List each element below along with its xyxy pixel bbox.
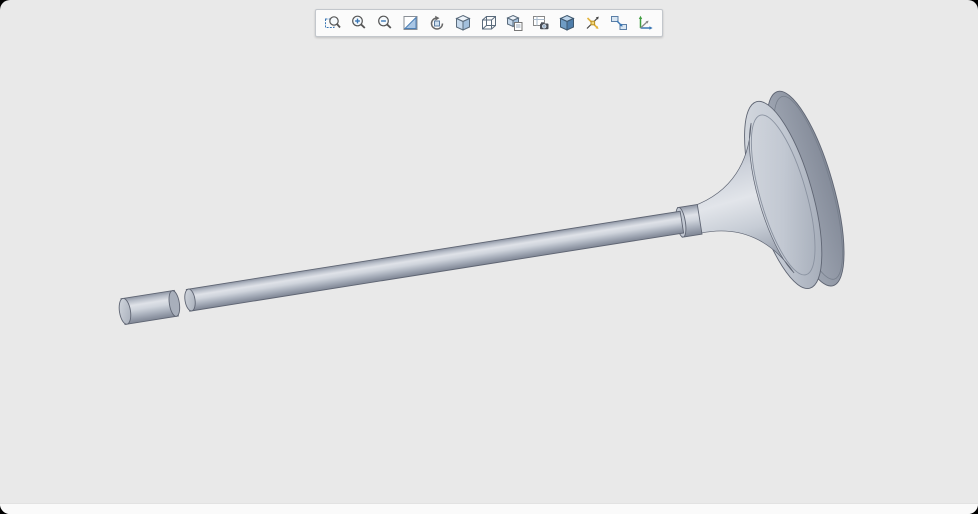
view-toolbar (315, 9, 663, 37)
view-copy-button[interactable] (503, 12, 527, 34)
cube-sheet-icon (506, 14, 524, 32)
rendered-view-button[interactable] (555, 12, 579, 34)
rotate-view-icon (428, 14, 446, 32)
zoom-in-button[interactable] (347, 12, 371, 34)
valve-tip-piece (118, 289, 181, 325)
shaded-cube-icon (454, 14, 472, 32)
snapshot-icon (532, 14, 550, 32)
valve-stem (184, 210, 685, 312)
zoom-out-icon (376, 14, 394, 32)
wireframe-cube-icon (480, 14, 498, 32)
zoom-out-button[interactable] (373, 12, 397, 34)
graphics-viewport[interactable] (0, 0, 978, 514)
valve-head (692, 90, 845, 289)
fit-view-button[interactable] (399, 12, 423, 34)
snapshot-button[interactable] (529, 12, 553, 34)
application-window (0, 0, 978, 514)
valve-3d-model[interactable] (0, 0, 978, 514)
fit-view-icon (402, 14, 420, 32)
view-link-icon (610, 14, 628, 32)
view-link-button[interactable] (607, 12, 631, 34)
rotate-view-button[interactable] (425, 12, 449, 34)
shaded-view-button[interactable] (451, 12, 475, 34)
rendered-cube-icon (558, 14, 576, 32)
zoom-area-icon (324, 14, 342, 32)
zoom-area-button[interactable] (321, 12, 345, 34)
status-strip (0, 503, 978, 514)
axes-button[interactable] (581, 12, 605, 34)
triad-button[interactable] (633, 12, 657, 34)
wireframe-view-button[interactable] (477, 12, 501, 34)
zoom-in-icon (350, 14, 368, 32)
triad-icon (636, 14, 654, 32)
axes-icon (584, 14, 602, 32)
